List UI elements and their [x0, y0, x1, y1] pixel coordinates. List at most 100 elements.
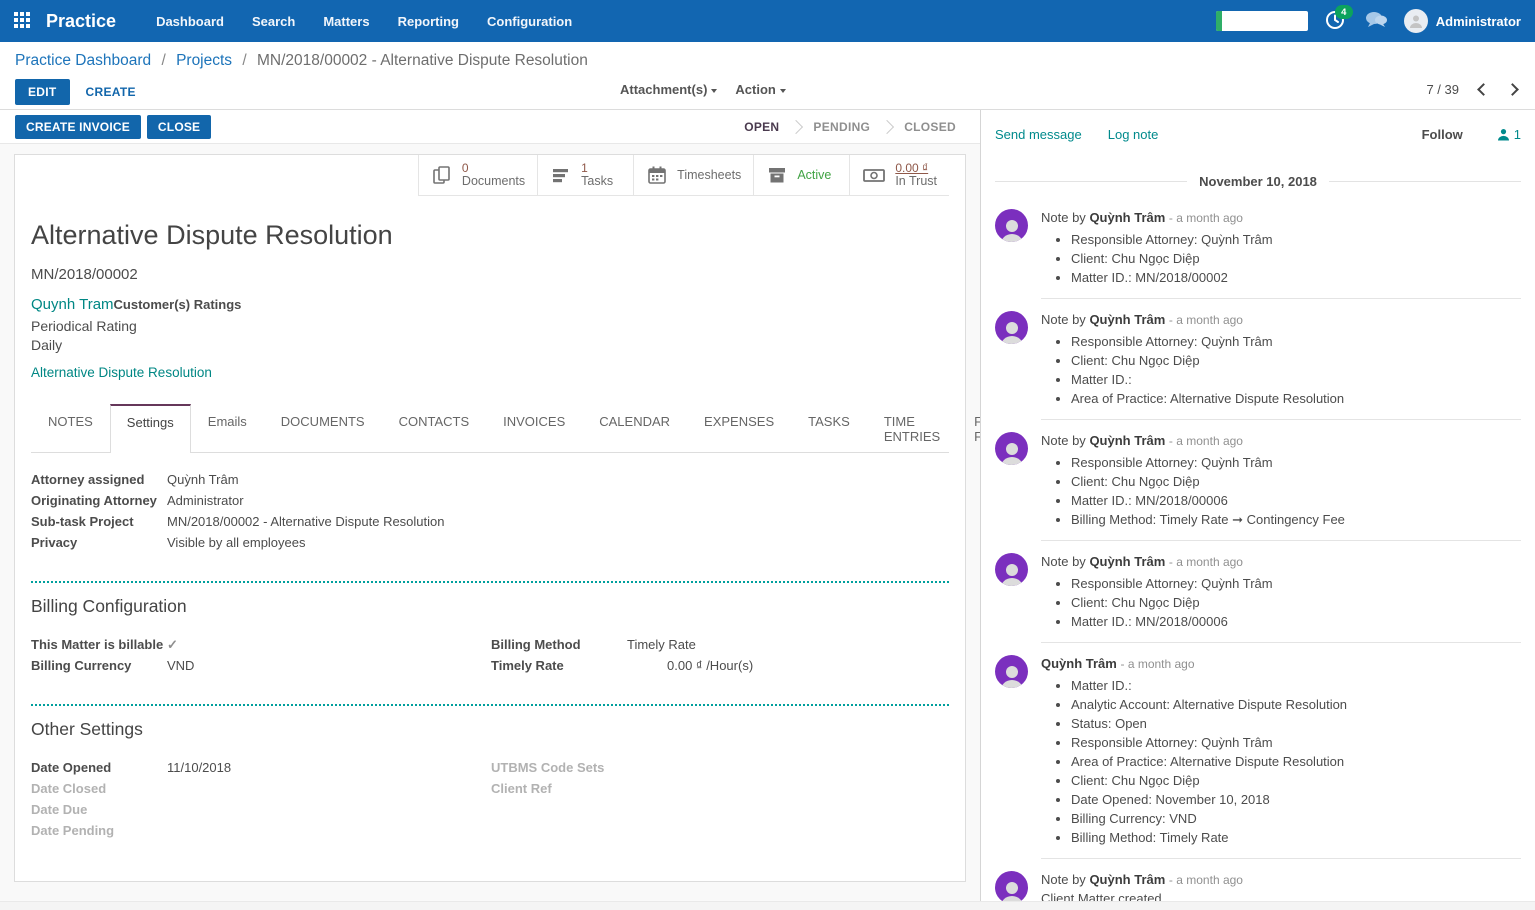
nav-item-matters[interactable]: Matters [323, 14, 369, 29]
active-stat-button[interactable]: Active [753, 155, 849, 195]
pager-value[interactable]: 7 / 39 [1426, 82, 1459, 97]
tab-invoices[interactable]: INVOICES [486, 404, 582, 453]
status-closed[interactable]: CLOSED [890, 120, 970, 134]
subtask-project-link[interactable]: MN/2018/00002 - Alternative Dispute Reso… [167, 511, 445, 532]
other-settings-title: Other Settings [31, 719, 949, 740]
nav-menu: Dashboard Search Matters Reporting Confi… [156, 14, 572, 29]
tab-time-entries[interactable]: TIME ENTRIES [867, 404, 957, 453]
field-timely-rate: Timely Rate 0.00 ₫ /Hour(s) [491, 655, 949, 676]
tab-documents[interactable]: DOCUMENTS [264, 404, 382, 453]
timely-rate-value: 0.00 ₫ /Hour(s) [627, 655, 753, 676]
author-avatar [995, 311, 1028, 344]
create-invoice-button[interactable]: CREATE INVOICE [15, 115, 141, 139]
form-view: CREATE INVOICE CLOSE OPEN PENDING CLOSED [0, 110, 981, 910]
billing-section-title: Billing Configuration [31, 596, 949, 617]
app-brand[interactable]: Practice [46, 11, 116, 32]
tab-settings[interactable]: Settings [110, 404, 191, 453]
field-billing-method: Billing Method Timely Rate [491, 634, 949, 655]
tab-notes[interactable]: NOTES [31, 404, 110, 453]
area-of-practice-link[interactable]: Alternative Dispute Resolution [31, 365, 949, 380]
activity-count-badge: 4 [1335, 5, 1353, 19]
message-timestamp: - a month ago [1169, 211, 1243, 225]
message-author[interactable]: Quỳnh Trâm [1089, 433, 1165, 448]
form-statusbar: CREATE INVOICE CLOSE OPEN PENDING CLOSED [0, 110, 980, 144]
billing-currency-link[interactable]: VND [167, 655, 194, 676]
message-author[interactable]: Quỳnh Trâm [1089, 312, 1165, 327]
nav-item-search[interactable]: Search [252, 14, 295, 29]
pager-previous-icon[interactable] [1477, 83, 1490, 96]
author-avatar [995, 871, 1028, 904]
author-avatar [995, 432, 1028, 465]
settings-fields: Attorney assigned Quỳnh Trâm Originating… [31, 469, 949, 553]
customer-ratings-label: Customer(s) Ratings [114, 297, 242, 312]
pager-next-icon[interactable] [1506, 83, 1519, 96]
nav-item-reporting[interactable]: Reporting [398, 14, 459, 29]
chatter-message: Note by Quỳnh Trâm - a month ago Respons… [995, 553, 1521, 653]
messages-icon[interactable] [1364, 10, 1388, 33]
tab-flat-fees[interactable]: FLAT FEES [957, 404, 981, 453]
message-timestamp: - a month ago [1169, 555, 1243, 569]
documents-icon [431, 164, 453, 186]
log-note-button[interactable]: Log note [1108, 127, 1159, 142]
close-matter-button[interactable]: CLOSE [147, 115, 211, 139]
in-trust-stat-button[interactable]: 0.00 ₫In Trust [849, 155, 949, 195]
attachment-dropdown[interactable]: Attachment(s) [620, 82, 717, 97]
top-navbar: Practice Dashboard Search Matters Report… [0, 0, 1535, 42]
privacy-value: Visible by all employees [167, 532, 306, 553]
matter-reference: MN/2018/00002 [31, 266, 949, 283]
documents-stat-button[interactable]: 0Documents [418, 155, 537, 195]
nav-item-configuration[interactable]: Configuration [487, 14, 572, 29]
follower-person-icon [1497, 128, 1510, 141]
field-date-opened: Date Opened 11/10/2018 [31, 757, 491, 778]
chatter-message: Note by Quỳnh Trâm - a month ago Respons… [995, 311, 1521, 430]
message-timestamp: - a month ago [1120, 657, 1194, 671]
tab-emails[interactable]: Emails [191, 404, 264, 453]
attorney-assigned-link[interactable]: Quỳnh Trâm [167, 469, 239, 490]
client-link[interactable]: Quynh Tram [31, 296, 114, 313]
breadcrumb-projects[interactable]: Projects [176, 52, 232, 69]
status-open[interactable]: OPEN [730, 120, 793, 134]
breadcrumb-current: MN/2018/00002 - Alternative Dispute Reso… [257, 52, 588, 69]
message-timestamp: - a month ago [1169, 873, 1243, 887]
message-author[interactable]: Quỳnh Trâm [1041, 656, 1117, 671]
activity-clock-icon[interactable]: 4 [1324, 9, 1348, 33]
tab-tasks[interactable]: TASKS [791, 404, 867, 453]
stat-button-box: 0Documents 1Tasks Timesheets Active [31, 155, 949, 196]
date-opened-value: 11/10/2018 [167, 757, 231, 778]
tasks-stat-button[interactable]: 1Tasks [537, 155, 633, 195]
breadcrumb: Practice Dashboard / Projects / MN/2018/… [15, 52, 588, 70]
breadcrumb-practice-dashboard[interactable]: Practice Dashboard [15, 52, 151, 69]
apps-menu-icon[interactable] [14, 12, 32, 30]
follow-button[interactable]: Follow [1422, 127, 1463, 142]
message-author[interactable]: Quỳnh Trâm [1089, 210, 1165, 225]
horizontal-scrollbar[interactable] [0, 901, 1535, 910]
followers-counter[interactable]: 1 [1497, 127, 1521, 142]
workspace: CREATE INVOICE CLOSE OPEN PENDING CLOSED [0, 110, 1535, 910]
status-widget: OPEN PENDING CLOSED [730, 110, 970, 143]
create-button[interactable]: CREATE [80, 79, 142, 105]
message-author[interactable]: Quỳnh Trâm [1089, 554, 1165, 569]
originating-attorney-link[interactable]: Administrator [167, 490, 244, 511]
field-date-pending: Date Pending [31, 820, 491, 841]
message-thread: Note by Quỳnh Trâm - a month ago Respons… [995, 209, 1521, 910]
send-message-button[interactable]: Send message [995, 127, 1082, 142]
timesheet-timer-widget[interactable] [1216, 11, 1308, 31]
message-author[interactable]: Quỳnh Trâm [1089, 872, 1165, 887]
nav-item-dashboard[interactable]: Dashboard [156, 14, 224, 29]
tab-calendar[interactable]: CALENDAR [582, 404, 687, 453]
calendar-icon [646, 164, 668, 186]
tab-expenses[interactable]: EXPENSES [687, 404, 791, 453]
nav-right-section: 4 Administrator [1216, 9, 1521, 33]
status-pending[interactable]: PENDING [799, 120, 884, 134]
date-separator: November 10, 2018 [995, 174, 1521, 189]
billable-checkbox[interactable]: ✓ [167, 634, 178, 655]
field-billing-currency: Billing Currency VND [31, 655, 491, 676]
action-dropdown[interactable]: Action [735, 82, 785, 97]
user-menu[interactable]: Administrator [1404, 9, 1521, 33]
timesheets-stat-button[interactable]: Timesheets [633, 155, 753, 195]
form-sheet: 0Documents 1Tasks Timesheets Active [14, 154, 966, 882]
tab-contacts[interactable]: CONTACTS [382, 404, 487, 453]
edit-button[interactable]: EDIT [15, 79, 70, 105]
rating-frequency: Daily [31, 337, 949, 353]
record-pager: 7 / 39 [1426, 82, 1517, 97]
